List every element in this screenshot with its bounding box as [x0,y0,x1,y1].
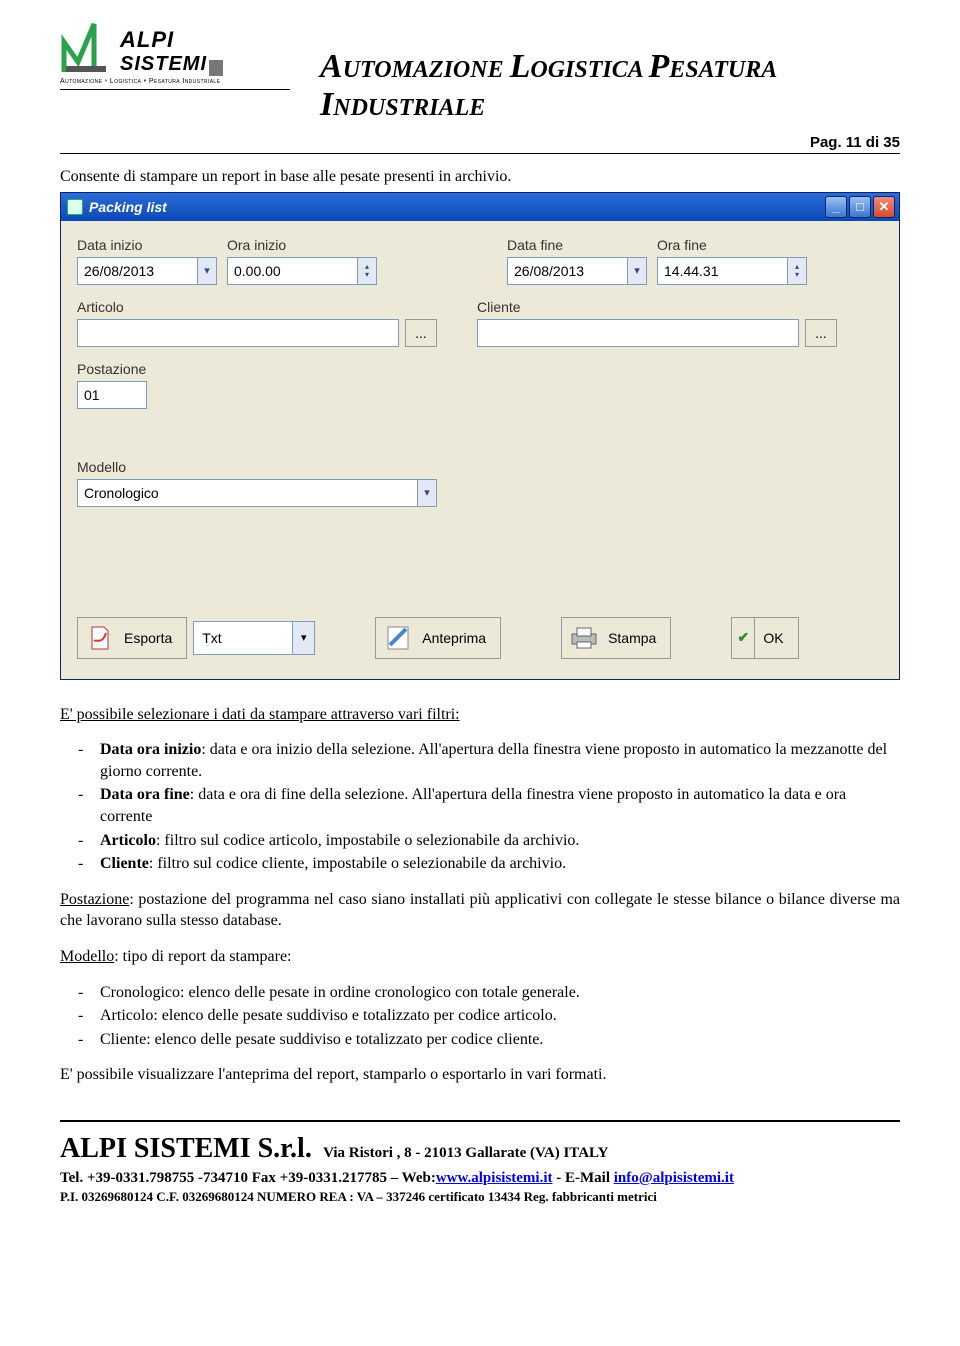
app-icon [67,199,83,215]
logo-m-icon [60,20,116,76]
email-link[interactable]: info@alpisistemi.it [614,1170,734,1186]
data-fine-field[interactable]: 26/08/2013 [507,257,627,285]
ora-fine-field[interactable]: 14.44.31 [657,257,787,285]
pdf-icon [86,624,114,652]
page-number: Pag. 11 di 35 [60,134,900,151]
page-header: ALPI SISTEMI Automazione • Logistica • P… [60,20,900,124]
chevron-down-icon[interactable] [627,257,647,285]
tagline: AUTOMAZIONE LOGISTICA PESATURA INDUSTRIA… [320,20,900,124]
modello-list: Cronologico: elenco delle pesate in ordi… [60,982,900,1051]
anteprima-button[interactable]: Anteprima [375,617,501,659]
browse-articolo-button[interactable]: ... [405,319,437,347]
data-inizio-field[interactable]: 26/08/2013 [77,257,197,285]
logo-subtitle: Automazione • Logistica • Pesatura Indus… [60,78,290,85]
footer-divider [60,1120,900,1122]
printer-icon [570,624,598,652]
label-data-inizio: Data inizio [77,237,217,253]
label-modello: Modello [77,459,437,475]
label-data-fine: Data fine [507,237,647,253]
divider [60,153,900,154]
label-postazione: Postazione [77,361,147,377]
logo-text-sistemi: SISTEMI [120,53,207,75]
maximize-button[interactable]: □ [849,196,871,218]
ora-inizio-field[interactable]: 0.00.00 [227,257,357,285]
ok-check-icon[interactable]: ✔ [731,617,755,659]
chevron-down-icon[interactable] [417,479,437,507]
browse-cliente-button[interactable]: ... [805,319,837,347]
logo: ALPI SISTEMI Automazione • Logistica • P… [60,20,290,90]
body-text: E' possibile selezionare i dati da stamp… [60,704,900,1086]
ok-button[interactable]: OK [755,617,798,659]
minimize-button[interactable]: _ [825,196,847,218]
cliente-field[interactable] [477,319,799,347]
logo-box-icon [209,60,223,76]
chevron-down-icon[interactable] [293,621,315,655]
label-articolo: Articolo [77,299,437,315]
postazione-field[interactable]: 01 [77,381,147,409]
export-format-select[interactable]: Txt [193,621,293,655]
preview-icon [384,624,412,652]
label-ora-fine: Ora fine [657,237,807,253]
spinner-buttons[interactable] [787,257,807,285]
label-cliente: Cliente [477,299,837,315]
chevron-down-icon[interactable] [197,257,217,285]
window-title: Packing list [89,199,167,215]
titlebar[interactable]: Packing list _ □ ✕ [61,193,899,221]
esporta-button[interactable]: Esporta [77,617,187,659]
articolo-field[interactable] [77,319,399,347]
close-button[interactable]: ✕ [873,196,895,218]
web-link[interactable]: www.alpisistemi.it [436,1170,553,1186]
stampa-button[interactable]: Stampa [561,617,671,659]
packing-list-window: Packing list _ □ ✕ Data inizio 26/08/201… [60,192,900,680]
label-ora-inizio: Ora inizio [227,237,377,253]
filters-list: Data ora inizio: data e ora inizio della… [60,739,900,875]
logo-text-alpi: ALPI [120,27,223,53]
page-footer: ALPI SISTEMI S.r.l. Via Ristori , 8 - 21… [60,1130,900,1206]
spinner-buttons[interactable] [357,257,377,285]
intro-text: Consente di stampare un report in base a… [60,166,900,188]
modello-select[interactable]: Cronologico [77,479,417,507]
